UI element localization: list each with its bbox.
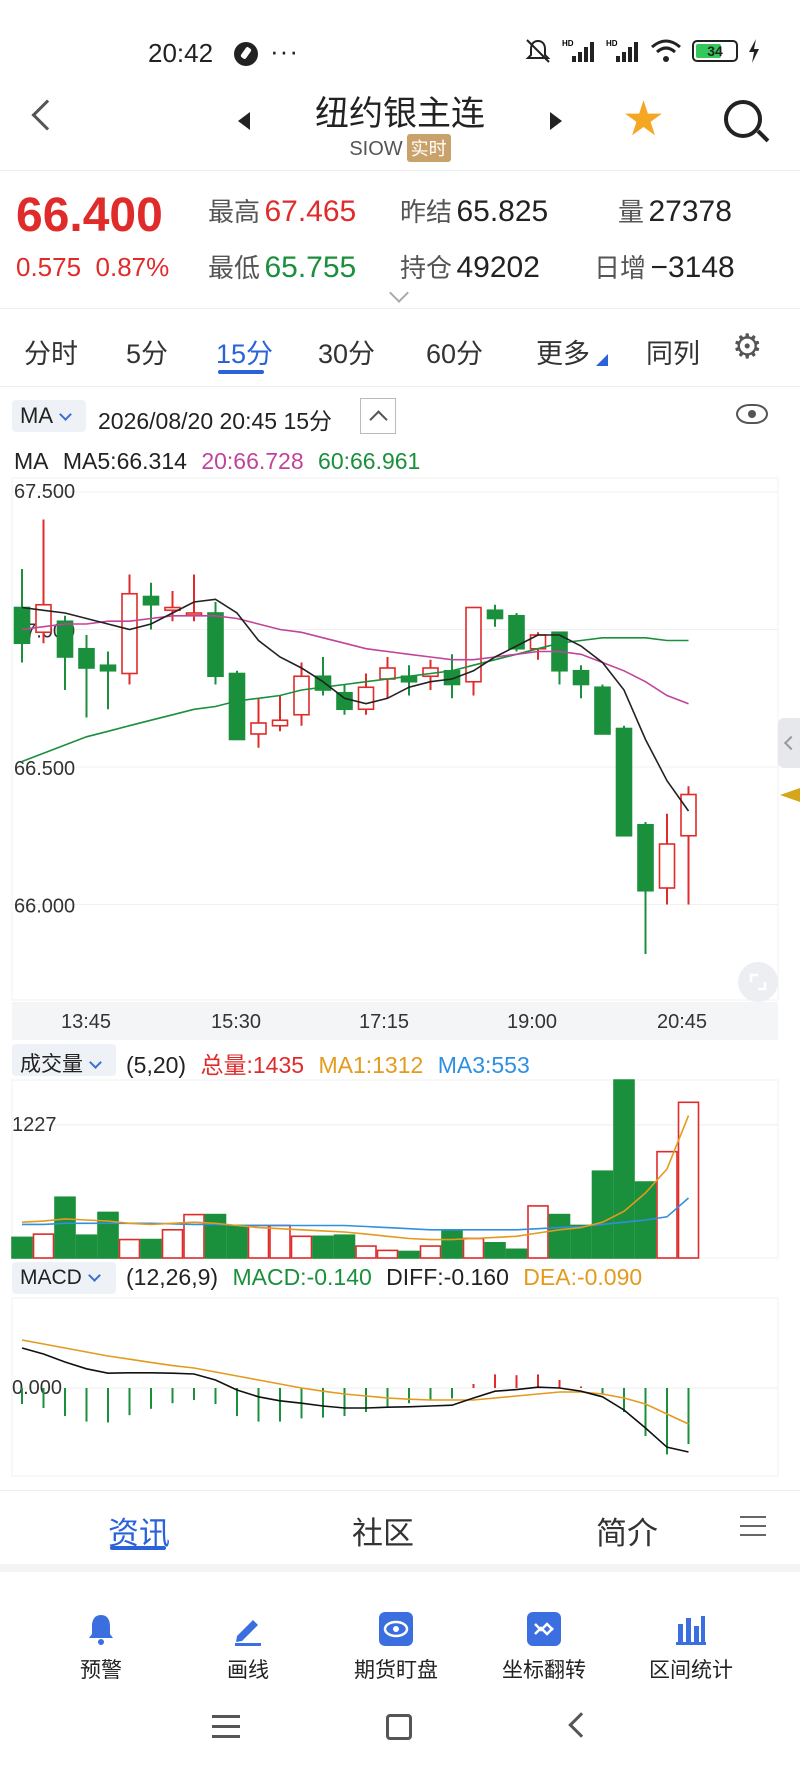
bottom-tabs-top-divider	[0, 1490, 800, 1491]
section-separator	[0, 1564, 800, 1572]
candle-body	[13, 606, 31, 645]
candle-body	[185, 612, 203, 616]
volume-bar	[118, 1238, 141, 1259]
candle-body	[379, 667, 396, 680]
volume-bar	[548, 1213, 571, 1259]
volume-bar	[312, 1235, 334, 1259]
volume-bar	[183, 1213, 205, 1259]
volume-bar	[32, 1233, 55, 1259]
tool-draw-label: 画线	[227, 1659, 269, 1682]
candle-body	[228, 672, 246, 741]
volume-bar	[97, 1211, 119, 1259]
candle-body	[99, 664, 117, 672]
price-ytick: 67.500	[14, 481, 75, 503]
macd-panel	[11, 1297, 779, 1477]
tab-community[interactable]: 社区	[352, 1508, 414, 1553]
watch-eye-icon	[379, 1612, 413, 1646]
volume-bar	[290, 1235, 313, 1259]
candle-body	[594, 686, 611, 735]
menu-icon[interactable]	[740, 1516, 766, 1543]
candle-body	[207, 612, 224, 678]
volume-bar	[54, 1196, 76, 1259]
volume-bar	[226, 1224, 248, 1259]
volume-bar	[333, 1234, 356, 1259]
tool-alert-label: 预警	[80, 1659, 122, 1682]
price-ytick: 66.000	[14, 896, 75, 918]
tab-intro[interactable]: 简介	[596, 1508, 658, 1553]
price-panel	[11, 477, 779, 1001]
time-axis-label: 20:45	[657, 1011, 707, 1033]
price-marker	[780, 788, 800, 802]
candle-body	[271, 719, 289, 727]
candle-body	[78, 647, 95, 669]
tool-flip[interactable]: 坐标翻转	[489, 1612, 599, 1684]
pen-icon	[231, 1612, 265, 1646]
macd-ytick: 0.000	[12, 1377, 62, 1399]
bottom-tab-indicator	[110, 1546, 166, 1550]
candle-body	[572, 669, 590, 686]
candle-body	[357, 686, 375, 711]
candle-body	[56, 620, 74, 658]
fullscreen-button[interactable]	[738, 962, 778, 1002]
tool-stats-label: 区间统计	[649, 1659, 733, 1682]
time-axis-label: 19:00	[507, 1011, 557, 1033]
candle-body	[121, 592, 138, 675]
volume-bar	[269, 1224, 291, 1259]
volume-bar	[419, 1245, 442, 1259]
volume-bar	[376, 1249, 399, 1259]
volume-bar	[441, 1230, 463, 1259]
nav-menu-icon[interactable]	[212, 1715, 240, 1745]
volume-bar	[355, 1245, 377, 1259]
tool-stats[interactable]: 区间统计	[636, 1612, 746, 1684]
volume-bar	[613, 1079, 635, 1259]
range-stats-icon	[674, 1612, 708, 1646]
fullscreen-icon	[749, 973, 767, 991]
volume-bar	[462, 1237, 485, 1259]
bell-icon	[84, 1612, 118, 1646]
time-axis-label: 15:30	[211, 1011, 261, 1033]
time-axis-label: 13:45	[61, 1011, 111, 1033]
candle-body	[142, 595, 160, 606]
nav-home-icon[interactable]	[386, 1714, 412, 1740]
tool-watch[interactable]: 期货盯盘	[341, 1612, 451, 1684]
tool-draw[interactable]: 画线	[193, 1612, 303, 1684]
side-panel-handle[interactable]	[778, 718, 800, 768]
candle-body	[637, 823, 654, 892]
volume-bar	[247, 1224, 270, 1259]
tool-watch-label: 期货盯盘	[354, 1659, 438, 1682]
volume-bar	[140, 1238, 162, 1259]
flip-axis-icon	[527, 1612, 561, 1646]
tool-flip-label: 坐标翻转	[502, 1659, 586, 1682]
chart-area[interactable]: 67.50067.00066.50066.00013:4515:3017:151…	[0, 0, 800, 1490]
candle-body	[615, 727, 633, 837]
candle-body	[658, 843, 676, 889]
volume-bar	[398, 1250, 420, 1259]
time-axis-label: 17:15	[359, 1011, 409, 1033]
tool-alert[interactable]: 预警	[46, 1612, 156, 1684]
candle-body	[293, 675, 310, 716]
candle-body	[250, 722, 267, 735]
nav-back-icon[interactable]	[568, 1712, 594, 1738]
volume-bar	[11, 1236, 33, 1259]
candle-body	[486, 609, 504, 620]
volume-bar	[204, 1213, 227, 1259]
volume-bar	[75, 1234, 98, 1259]
volume-bar	[591, 1170, 614, 1259]
volume-bar	[570, 1224, 592, 1259]
volume-bar	[677, 1101, 700, 1259]
volume-ytick: 1227	[12, 1114, 57, 1136]
candle-body	[680, 793, 697, 837]
volume-bar	[505, 1248, 528, 1259]
volume-bar	[484, 1242, 506, 1259]
volume-bar	[161, 1228, 184, 1259]
